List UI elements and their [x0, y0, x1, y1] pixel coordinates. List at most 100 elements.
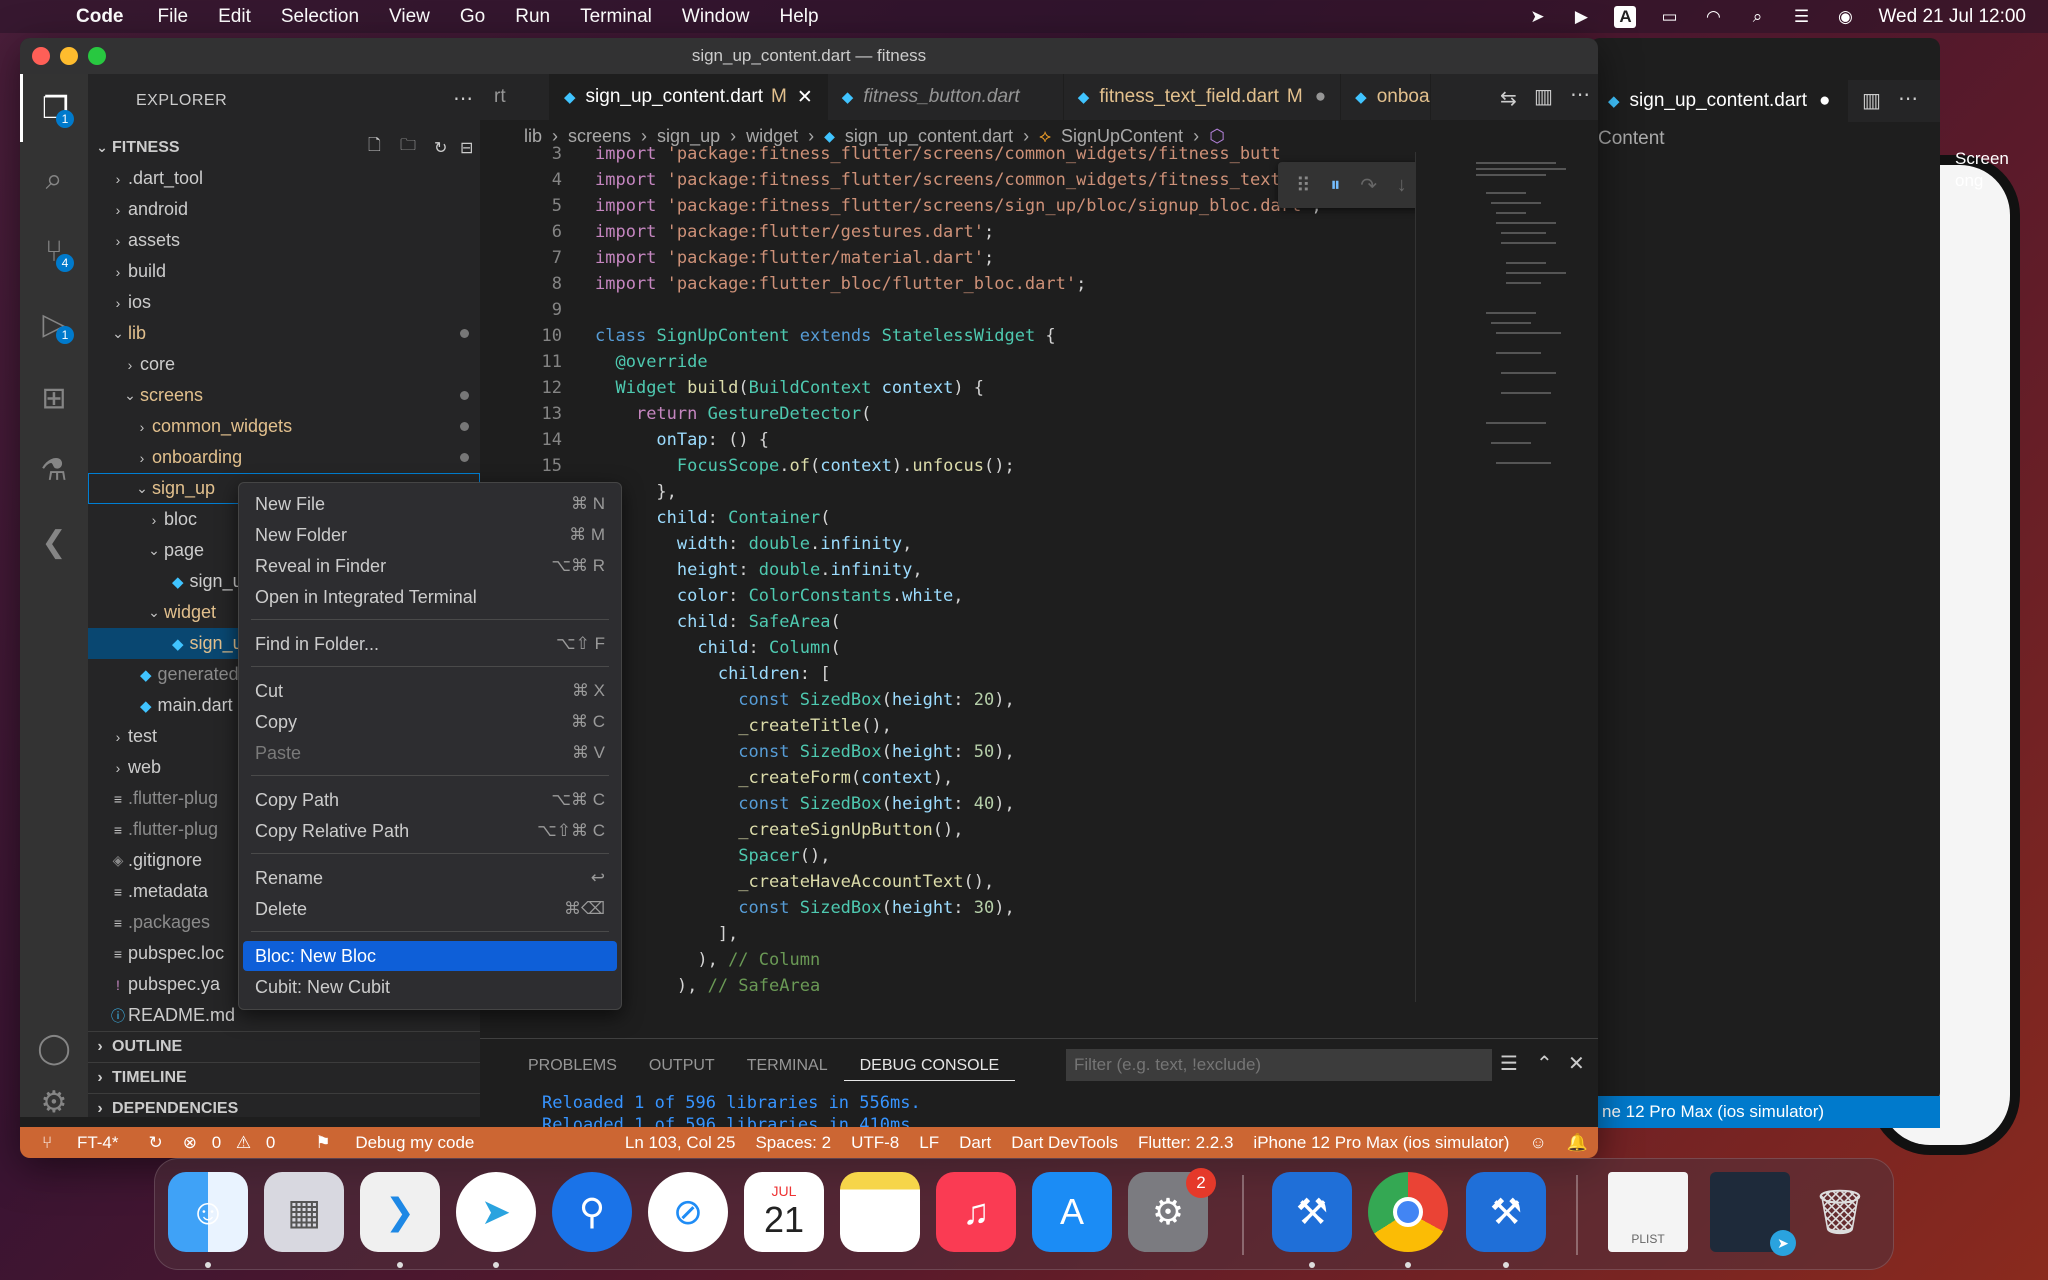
- plist-file-icon[interactable]: PLIST: [1608, 1172, 1688, 1252]
- location-icon[interactable]: ➤: [1526, 6, 1548, 28]
- maximize-panel-icon[interactable]: ⌃: [1536, 1051, 1553, 1076]
- drag-handle-icon[interactable]: ⠿: [1296, 173, 1311, 198]
- split-editor-icon[interactable]: ▥: [1534, 84, 1553, 109]
- tab-fitness-button[interactable]: ◆ fitness_button.dart: [828, 74, 1064, 120]
- collapse-all-icon[interactable]: ⊟: [460, 138, 473, 158]
- safari-icon[interactable]: ⊘: [648, 1172, 728, 1252]
- new-folder-icon[interactable]: 🗀: [400, 134, 416, 161]
- tab-onboarding[interactable]: ◆ onboa: [1341, 74, 1432, 120]
- branch-status[interactable]: ⑂ FT-4*: [20, 1133, 139, 1153]
- simulator-icon[interactable]: ⚒: [1466, 1172, 1546, 1252]
- menu-item-rename[interactable]: Rename ↩: [243, 863, 617, 893]
- app-store-icon[interactable]: A: [1032, 1172, 1112, 1252]
- source-control-icon[interactable]: ⑂ 4: [20, 218, 88, 286]
- end-of-line[interactable]: LF: [909, 1133, 949, 1153]
- feedback-icon[interactable]: ☺: [1519, 1133, 1556, 1153]
- finder-icon[interactable]: ☺: [168, 1172, 248, 1252]
- settings-gear-icon[interactable]: ⚙: [20, 1068, 88, 1136]
- workspace-root[interactable]: ⌄ FITNESS 🗋 🗀 ↻ ⊟: [88, 132, 480, 163]
- menu-edit[interactable]: Edit: [218, 6, 251, 28]
- split-editor-icon[interactable]: ▥: [1862, 88, 1881, 113]
- unsaved-dot-icon[interactable]: ●: [1315, 86, 1326, 108]
- play-icon[interactable]: ▶: [1570, 6, 1592, 28]
- run-debug-icon[interactable]: ▷ 1: [20, 290, 88, 358]
- secondary-tab-active[interactable]: ◆ sign_up_content.dart ●: [1598, 80, 1848, 122]
- tree-item[interactable]: › android: [88, 194, 480, 225]
- notifications-bell-icon[interactable]: 🔔: [1557, 1133, 1598, 1153]
- keyboard-input-icon[interactable]: A: [1614, 5, 1637, 28]
- cursor-position[interactable]: Ln 103, Col 25: [615, 1133, 746, 1153]
- tree-item[interactable]: › onboarding: [88, 442, 480, 473]
- close-icon[interactable]: ✕: [797, 86, 813, 109]
- trash-icon[interactable]: 🗑: [1800, 1172, 1880, 1252]
- flutter-version[interactable]: Flutter: 2.2.3: [1128, 1133, 1243, 1153]
- tab-partial[interactable]: rt: [480, 74, 550, 120]
- step-over-icon[interactable]: ↷: [1360, 173, 1377, 198]
- extensions-icon[interactable]: ⊞: [20, 364, 88, 432]
- outline-section[interactable]: › OUTLINE: [88, 1031, 480, 1062]
- chrome-icon[interactable]: [1368, 1172, 1448, 1252]
- menu-item-copy-path[interactable]: Copy Path ⌥⌘ C: [243, 785, 617, 815]
- explorer-more-icon[interactable]: ⋯: [453, 86, 473, 111]
- menu-go[interactable]: Go: [460, 6, 485, 28]
- menu-item-paste[interactable]: Paste ⌘ V: [243, 738, 617, 768]
- more-actions-icon[interactable]: ⋯: [1898, 86, 1918, 111]
- vscode-icon[interactable]: ❯: [360, 1172, 440, 1252]
- menu-window[interactable]: Window: [682, 6, 750, 28]
- battery-icon[interactable]: ▭: [1658, 6, 1680, 28]
- menu-selection[interactable]: Selection: [281, 6, 359, 28]
- menubar-datetime[interactable]: Wed 21 Jul 12:00: [1878, 6, 2026, 28]
- minimize-window-button[interactable]: [60, 47, 78, 65]
- tree-item[interactable]: › assets: [88, 225, 480, 256]
- menu-run[interactable]: Run: [515, 6, 550, 28]
- refresh-icon[interactable]: ↻: [434, 138, 447, 158]
- calendar-icon[interactable]: JUL 21: [744, 1172, 824, 1252]
- zoom-window-button[interactable]: [88, 47, 106, 65]
- encoding[interactable]: UTF-8: [841, 1133, 909, 1153]
- tab-fitness-text-field[interactable]: ◆ fitness_text_field.dart M ●: [1064, 74, 1342, 120]
- dart-devtools[interactable]: Dart DevTools: [1001, 1133, 1128, 1153]
- console-filter-input[interactable]: [1066, 1049, 1492, 1081]
- secondary-breadcrumb[interactable]: Content: [1598, 128, 1665, 150]
- menu-item-delete[interactable]: Delete ⌘⌫: [243, 894, 617, 924]
- dependencies-section[interactable]: › DEPENDENCIES: [88, 1093, 480, 1124]
- menu-item-open-in-terminal[interactable]: Open in Integrated Terminal: [243, 582, 617, 612]
- screenshot-thumbnail-icon[interactable]: ➤: [1710, 1172, 1796, 1256]
- tab-terminal[interactable]: TERMINAL: [731, 1051, 844, 1081]
- tab-problems[interactable]: PROBLEMS: [512, 1051, 633, 1081]
- spotlight-search-icon[interactable]: ⌕: [1746, 6, 1768, 28]
- tree-item[interactable]: › core: [88, 349, 480, 380]
- indentation[interactable]: Spaces: 2: [745, 1133, 841, 1153]
- explorer-icon[interactable]: ❐ 1: [20, 74, 88, 142]
- flutter-icon[interactable]: ❮: [20, 508, 88, 576]
- language-mode[interactable]: Dart: [949, 1133, 1001, 1153]
- tab-sign-up-content[interactable]: ◆ sign_up_content.dart M ✕: [550, 74, 828, 120]
- menu-help[interactable]: Help: [780, 6, 819, 28]
- launchpad-icon[interactable]: ▦: [264, 1172, 344, 1252]
- maps-pin-icon[interactable]: ⚲: [552, 1172, 632, 1252]
- minimap[interactable]: [1415, 152, 1598, 1002]
- menu-item-cut[interactable]: Cut ⌘ X: [243, 676, 617, 706]
- menu-item-find-in-folder[interactable]: Find in Folder... ⌥⇧ F: [243, 629, 617, 659]
- menu-file[interactable]: File: [158, 6, 189, 28]
- xcode-icon[interactable]: ⚒: [1272, 1172, 1352, 1252]
- menu-terminal[interactable]: Terminal: [580, 6, 652, 28]
- debug-status[interactable]: ⚑ Debug my code: [295, 1133, 494, 1153]
- device-selector[interactable]: iPhone 12 Pro Max (ios simulator): [1243, 1133, 1519, 1153]
- menu-item-cubit-new-cubit[interactable]: Cubit: New Cubit: [243, 972, 617, 1002]
- menu-item-copy-relative-path[interactable]: Copy Relative Path ⌥⇧⌘ C: [243, 816, 617, 846]
- wifi-icon[interactable]: ◠: [1702, 6, 1724, 28]
- menu-item-new-file[interactable]: New File ⌘ N: [243, 489, 617, 519]
- sync-icon[interactable]: ↻: [139, 1133, 173, 1153]
- new-file-icon[interactable]: 🗋: [368, 134, 381, 161]
- menu-item-copy[interactable]: Copy ⌘ C: [243, 707, 617, 737]
- tree-item[interactable]: › .dart_tool: [88, 163, 480, 194]
- close-panel-icon[interactable]: ✕: [1568, 1051, 1585, 1076]
- step-into-icon[interactable]: ↓: [1397, 174, 1407, 197]
- secondary-device-label[interactable]: ne 12 Pro Max (ios simulator): [1602, 1102, 1824, 1122]
- notes-icon[interactable]: [840, 1172, 920, 1252]
- problems-status[interactable]: ⊗ 0 ⚠ 0: [173, 1133, 296, 1153]
- menu-view[interactable]: View: [389, 6, 430, 28]
- word-wrap-icon[interactable]: ☰: [1500, 1051, 1518, 1076]
- more-actions-icon[interactable]: ⋯: [1570, 82, 1590, 107]
